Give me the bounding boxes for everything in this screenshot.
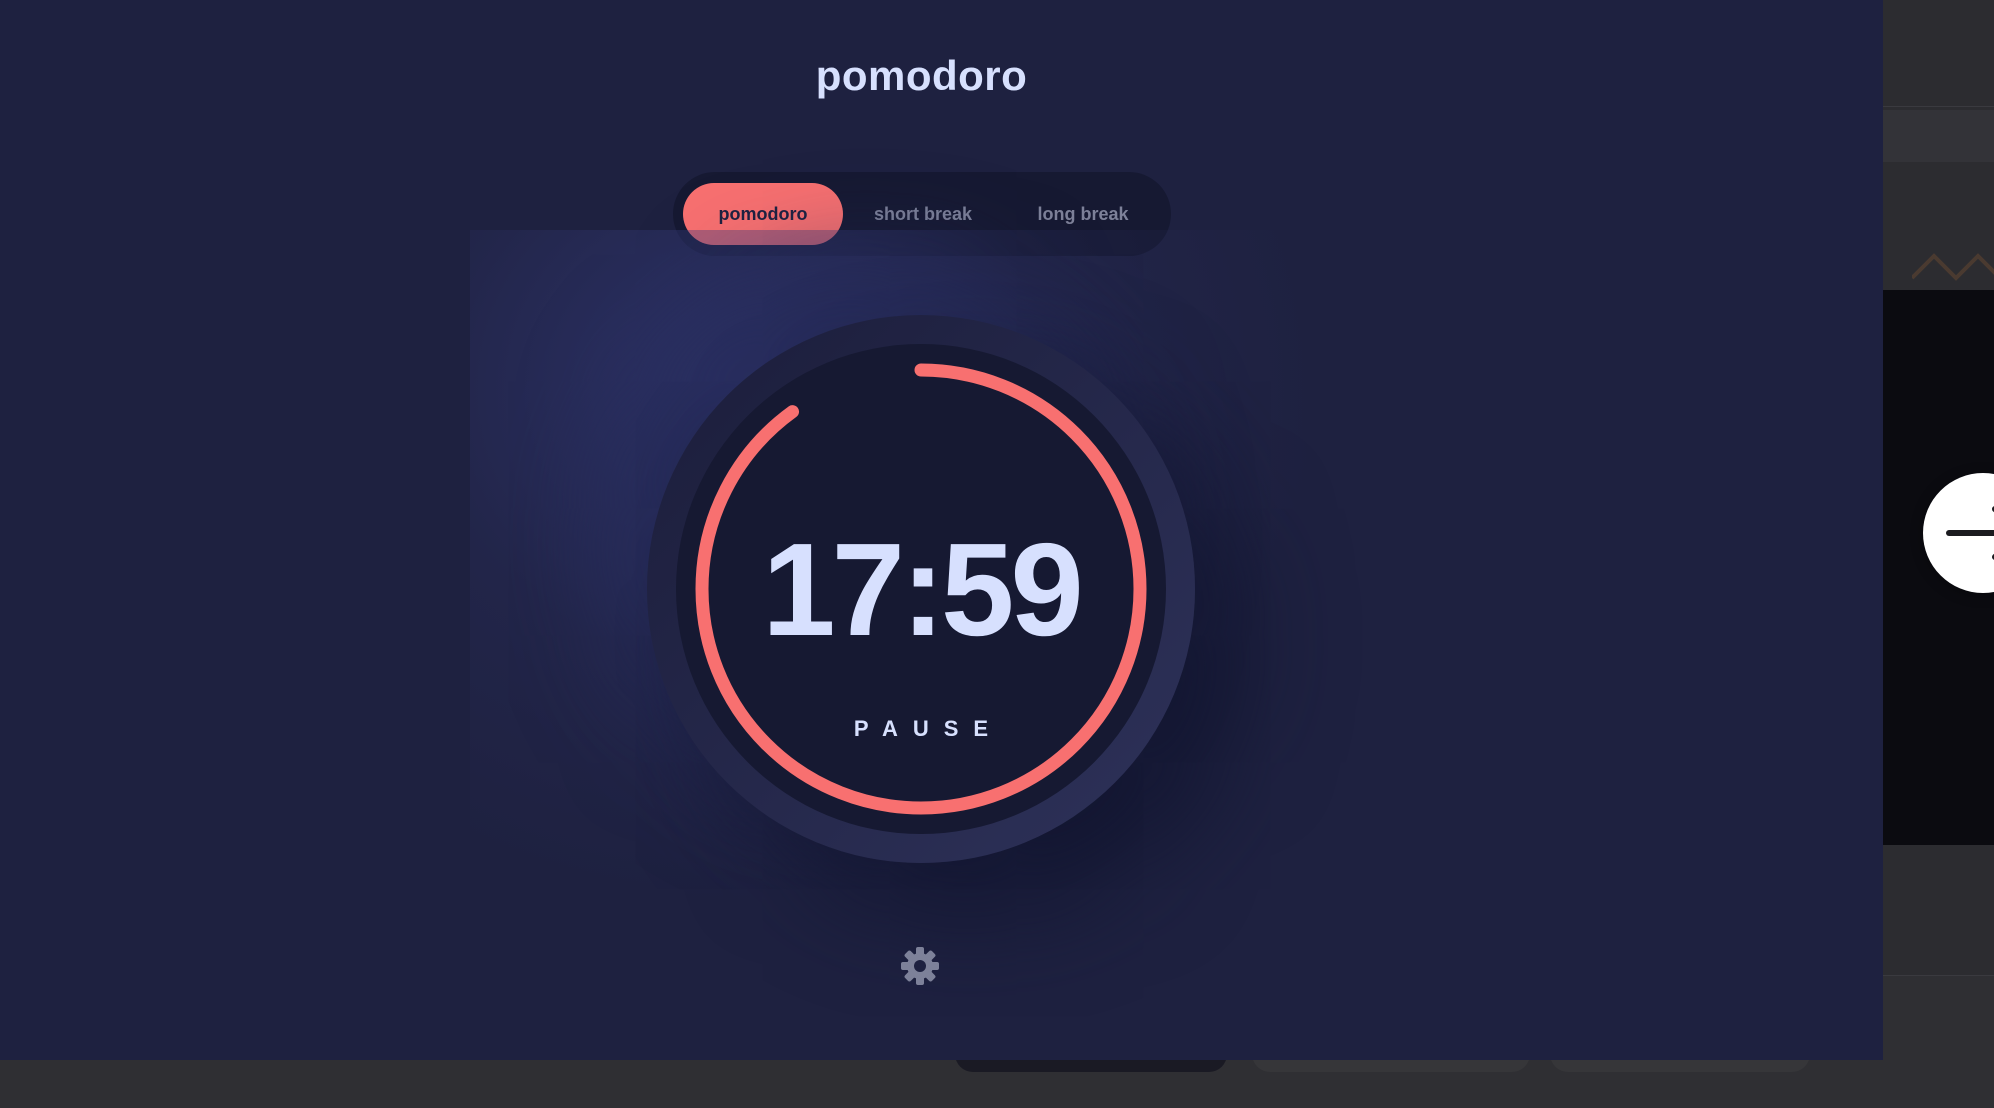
background-band (1883, 110, 1994, 162)
background-divider (1883, 106, 1994, 107)
timer-face[interactable]: 17:59 PAUSE (676, 344, 1166, 834)
background-zigzag-icon (1912, 253, 1994, 281)
background-panel-bottom (1883, 845, 1994, 975)
pause-button[interactable]: PAUSE (676, 716, 1166, 742)
timer-dial: 17:59 PAUSE (647, 315, 1195, 863)
settings-gear-icon[interactable] (900, 946, 940, 986)
pomodoro-app: pomodoro pomodoro short break long break… (0, 0, 1883, 1060)
background-divider (1883, 975, 1994, 976)
app-title: pomodoro (815, 52, 1028, 99)
arrow-right-icon (1946, 506, 1994, 560)
time-display: 17:59 (762, 516, 1084, 663)
